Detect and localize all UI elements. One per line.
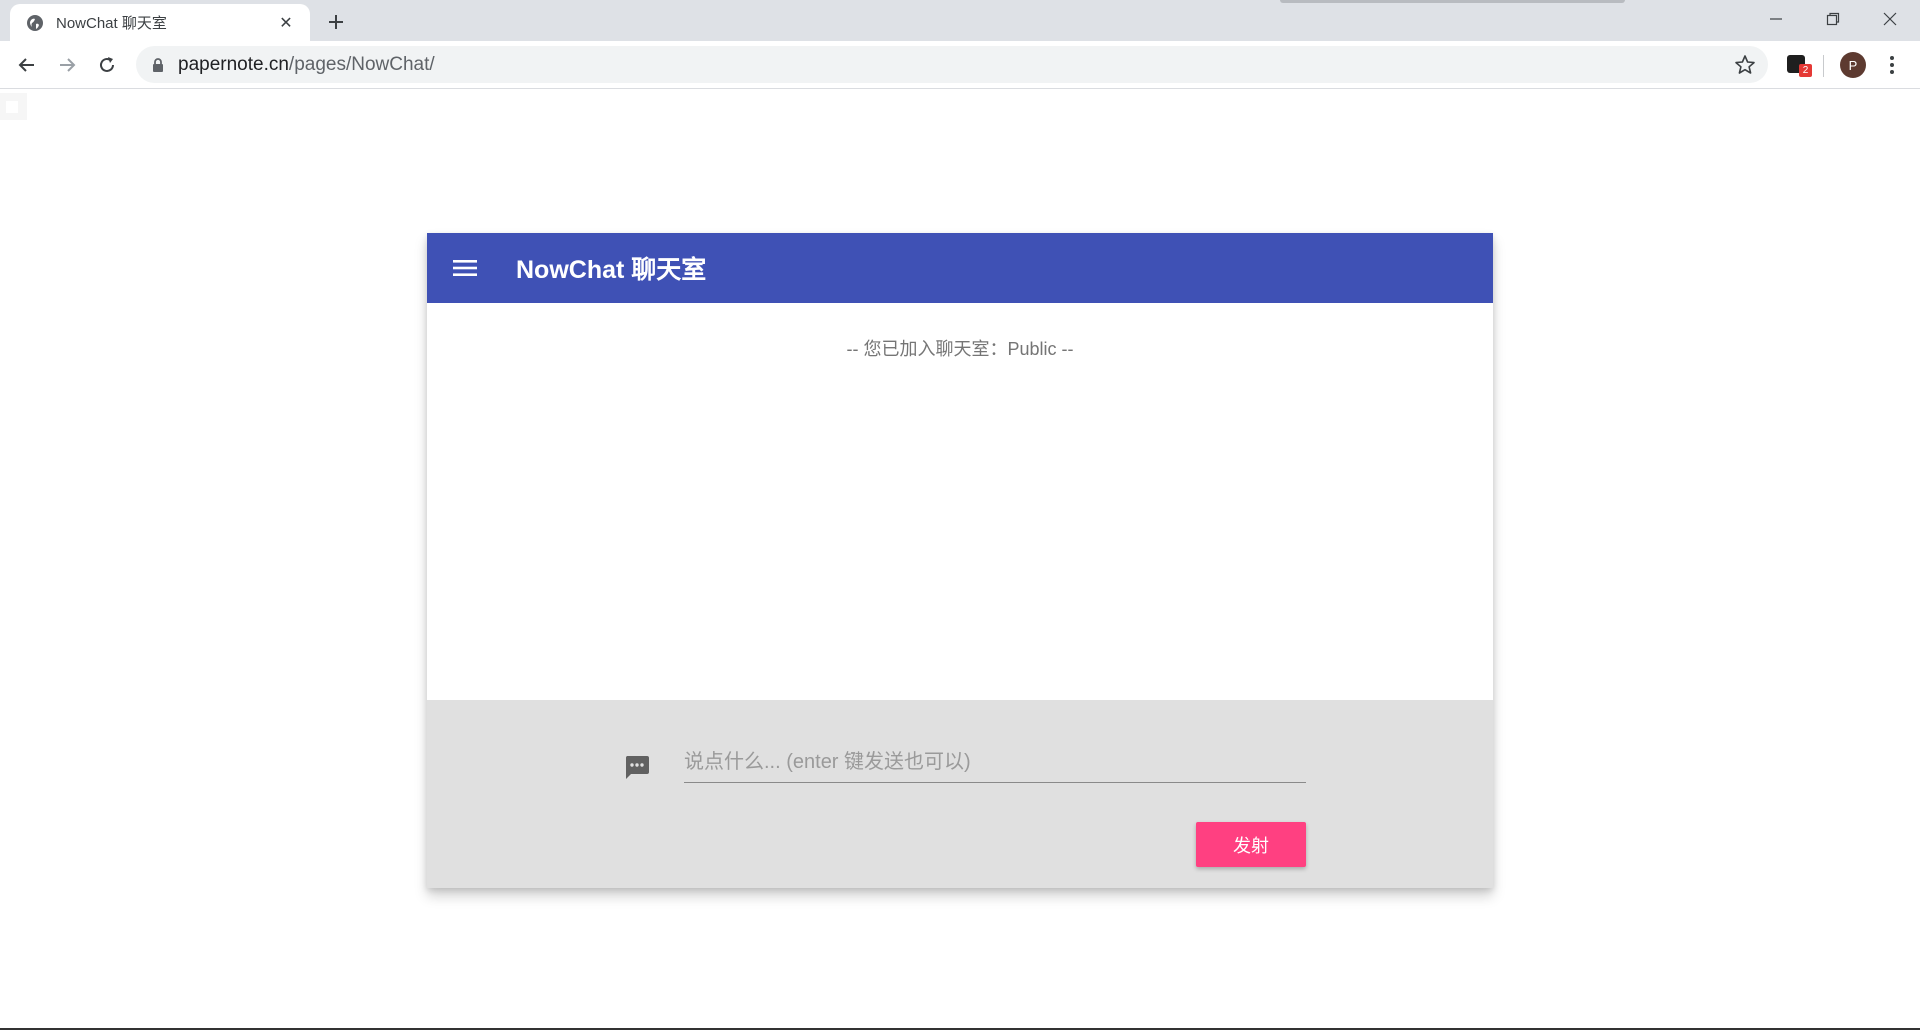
menu-button[interactable]	[447, 250, 483, 286]
back-button[interactable]	[11, 49, 43, 81]
close-tab-icon[interactable]: ✕	[276, 13, 296, 33]
chat-bubble-icon	[623, 753, 651, 781]
app-title: NowChat 聊天室	[516, 256, 707, 284]
browser-toolbar: papernote.cn/pages/NowChat/ 2 P	[0, 41, 1920, 89]
url-text: papernote.cn/pages/NowChat/	[178, 54, 435, 76]
browser-menu-button[interactable]	[1880, 53, 1904, 77]
app-bar: NowChat 聊天室	[427, 233, 1493, 303]
url-path: /pages/NowChat/	[288, 53, 435, 75]
address-bar[interactable]: papernote.cn/pages/NowChat/	[136, 46, 1768, 83]
chat-card: NowChat 聊天室 -- 您已加入聊天室：Public -- 发射	[427, 233, 1493, 888]
hamburger-icon	[453, 260, 477, 276]
minimize-icon	[1770, 18, 1782, 20]
message-list: -- 您已加入聊天室：Public --	[427, 303, 1493, 700]
browser-tabstrip: NowChat 聊天室 ✕	[0, 0, 1920, 41]
arrow-right-icon	[60, 58, 76, 72]
close-icon	[1883, 12, 1897, 26]
profile-avatar[interactable]: P	[1840, 52, 1866, 78]
toolbar-divider	[1823, 55, 1824, 77]
window-drag-handle	[1280, 0, 1625, 3]
send-button[interactable]: 发射	[1196, 822, 1306, 867]
lock-icon	[150, 57, 166, 73]
globe-icon	[26, 14, 44, 32]
arrow-left-icon	[18, 58, 34, 72]
forward-button[interactable]	[51, 49, 83, 81]
corner-widget[interactable]	[0, 93, 27, 120]
browser-tab[interactable]: NowChat 聊天室 ✕	[10, 4, 310, 41]
reload-icon	[100, 57, 114, 72]
minimize-button[interactable]	[1748, 0, 1804, 38]
page-viewport: NowChat 聊天室 -- 您已加入聊天室：Public -- 发射	[0, 89, 1920, 1030]
restore-button[interactable]	[1805, 0, 1861, 38]
plus-icon	[329, 15, 343, 29]
tab-title: NowChat 聊天室	[56, 15, 167, 32]
system-message: -- 您已加入聊天室：Public --	[846, 339, 1074, 359]
extension-badge: 2	[1799, 64, 1812, 77]
new-tab-button[interactable]	[322, 8, 350, 36]
extension-button[interactable]: 2	[1785, 52, 1812, 78]
message-input[interactable]	[684, 743, 1306, 783]
url-host: papernote.cn	[178, 53, 289, 75]
close-window-button[interactable]	[1862, 0, 1918, 38]
reload-button[interactable]	[91, 49, 123, 81]
more-vert-icon	[1890, 56, 1894, 74]
restore-icon	[1826, 12, 1840, 26]
bookmark-star-icon[interactable]	[1734, 54, 1756, 76]
message-composer: 发射	[427, 700, 1493, 888]
